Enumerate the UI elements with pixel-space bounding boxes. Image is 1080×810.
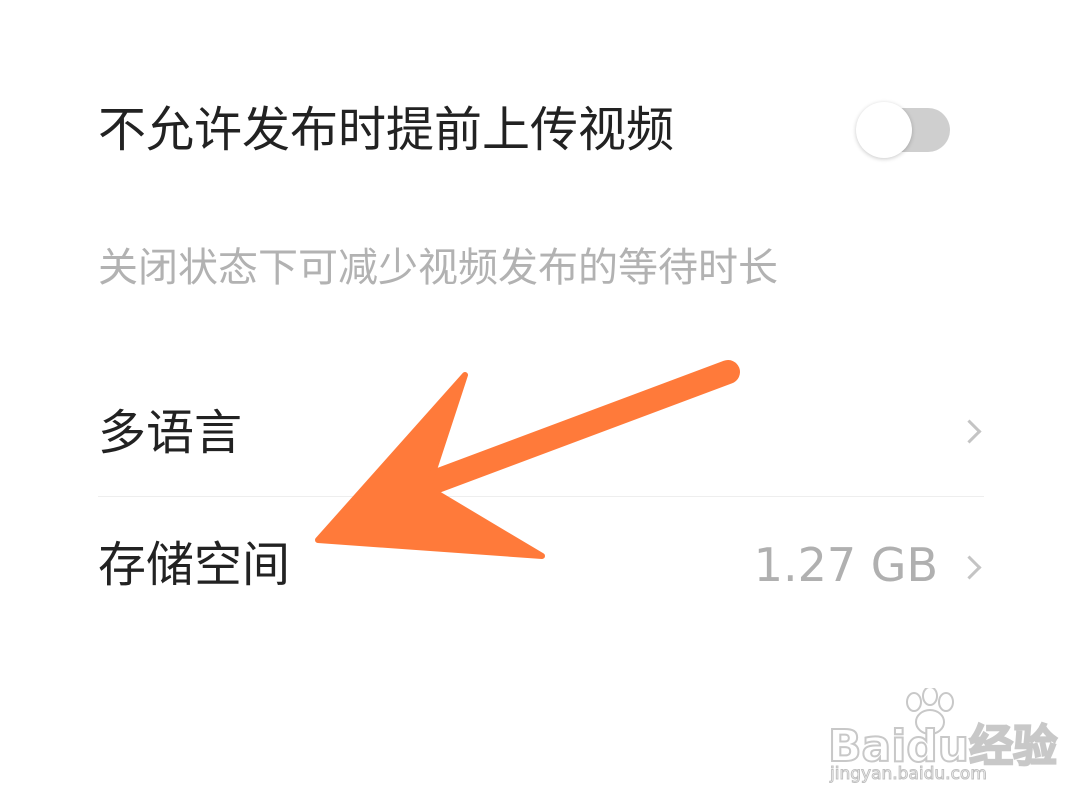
settings-screen: 不允许发布时提前上传视频 关闭状态下可减少视频发布的等待时长 多语言 存储空间 … (0, 0, 1080, 810)
baidu-jingyan-watermark: Baidu经验 jingyan.baidu.com (827, 688, 1058, 790)
arrow-shaft (406, 360, 740, 500)
watermark-url: jingyan.baidu.com (830, 764, 988, 785)
